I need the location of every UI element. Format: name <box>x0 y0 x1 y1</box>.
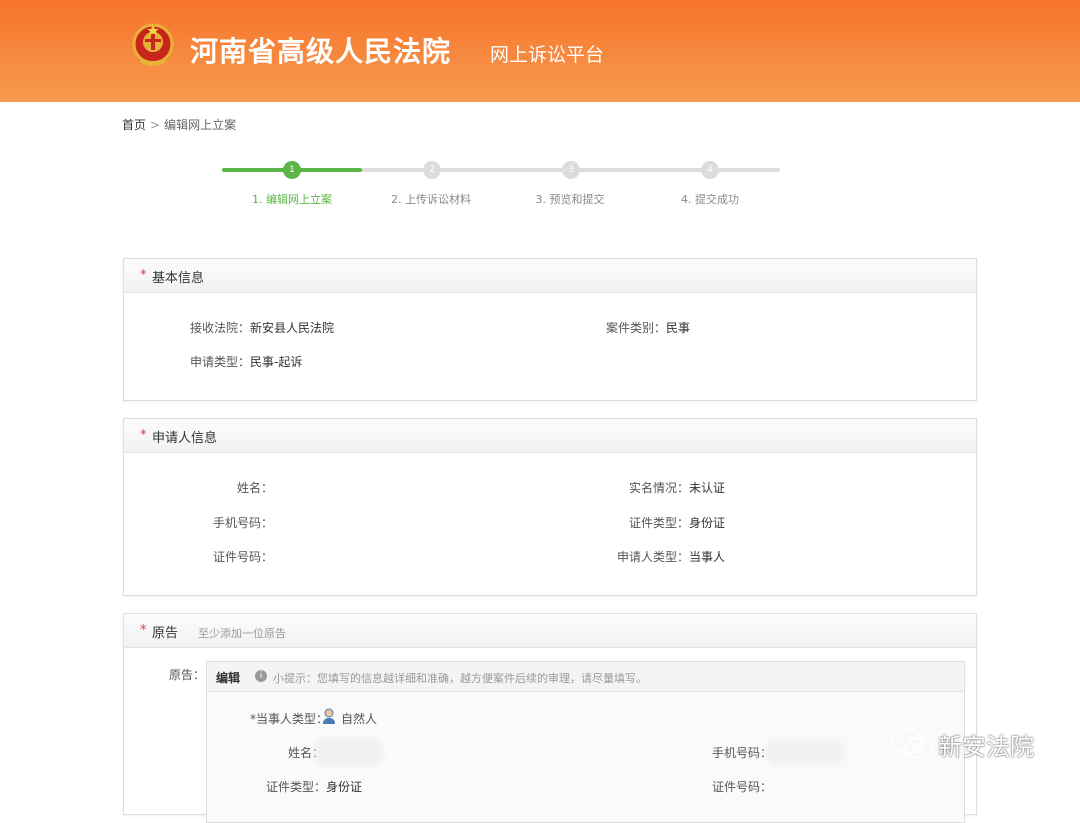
step-4-dot: 4 <box>701 161 719 179</box>
plaintiff-phone-label: 手机号码： <box>712 746 773 760</box>
party-type-field: *当事人类型： <box>250 710 328 727</box>
step-1-dot: 1 <box>283 161 301 179</box>
breadcrumb-current: 编辑网上立案 <box>164 118 237 132</box>
watermark-text: 新安法院 <box>938 733 1034 761</box>
breadcrumb: 首页 > 编辑网上立案 <box>122 116 236 133</box>
site-subtitle: 网上诉讼平台 <box>490 44 605 66</box>
plaintiff-hint: 至少添加一位原告 <box>198 627 286 640</box>
plaintiff-row-label: 原告： <box>169 668 206 682</box>
applicant-id-no-field: 证件号码： <box>213 548 273 565</box>
step-2-dot: 2 <box>423 161 441 179</box>
applicant-panel: * 申请人信息 姓名： 实名情况：未认证 手机号码： 证件类型：身份证 证件号码… <box>123 418 977 596</box>
applicant-header: * 申请人信息 <box>124 419 976 453</box>
receiving-court-value: 新安县人民法院 <box>250 321 335 335</box>
step-3-label: 3. 预览和提交 <box>535 193 605 206</box>
party-type-value[interactable]: 自然人 <box>341 710 377 727</box>
applicant-type-label: 申请人类型： <box>617 550 690 564</box>
applicant-id-type-field: 证件类型：身份证 <box>629 514 725 531</box>
basic-info-header: * 基本信息 <box>124 259 976 293</box>
site-header: 河南省高级人民法院 网上诉讼平台 <box>0 0 1080 102</box>
required-mark: * <box>140 268 147 283</box>
breadcrumb-home-link[interactable]: 首页 <box>122 118 146 132</box>
receiving-court-label: 接收法院： <box>190 321 251 335</box>
redacted-phone <box>765 740 845 764</box>
required-mark: * <box>140 428 147 443</box>
applicant-id-no-label: 证件号码： <box>213 550 274 564</box>
applicant-phone-label: 手机号码： <box>213 516 274 530</box>
breadcrumb-separator: > <box>150 118 161 132</box>
court-emblem-icon <box>132 23 174 66</box>
plaintiff-header: * 原告 至少添加一位原告 <box>124 614 976 648</box>
basic-info-panel: * 基本信息 接收法院：新安县人民法院 案件类别：民事 申请类型：民事-起诉 <box>123 258 977 401</box>
apply-type-field: 申请类型：民事-起诉 <box>190 353 302 370</box>
plaintiff-editor-header: 编辑 i 小提示：您填写的信息越详细和准确，越方便案件后续的审理，请尽量填写。 <box>207 662 964 692</box>
required-mark: * <box>140 623 147 638</box>
receiving-court-field: 接收法院：新安县人民法院 <box>190 319 334 336</box>
verify-status-label: 实名情况： <box>629 481 690 495</box>
applicant-phone-field: 手机号码： <box>213 514 273 531</box>
plaintiff-panel: * 原告 至少添加一位原告 原告： 编辑 i 小提示：您填写的信息越详细和准确，… <box>123 613 977 823</box>
redacted-name <box>315 738 383 766</box>
watermark: 新安法院 <box>880 723 1070 763</box>
step-1-label: 1. 编辑网上立案 <box>252 193 332 206</box>
plaintiff-editor: 编辑 i 小提示：您填写的信息越详细和准确，越方便案件后续的审理，请尽量填写。 … <box>206 661 965 823</box>
plaintiff-id-type-label: 证件类型： <box>266 780 327 794</box>
apply-type-value: 民事-起诉 <box>250 355 303 369</box>
info-icon: i <box>255 670 267 682</box>
case-type-label: 案件类别： <box>606 321 667 335</box>
applicant-type-field: 申请人类型：当事人 <box>617 548 725 565</box>
person-icon <box>323 708 335 724</box>
plaintiff-id-no-label: 证件号码： <box>712 780 773 794</box>
step-4-label: 4. 提交成功 <box>681 193 739 206</box>
party-type-label: *当事人类型： <box>250 712 329 726</box>
applicant-type-value: 当事人 <box>689 550 726 564</box>
edit-tab[interactable]: 编辑 <box>216 669 240 686</box>
plaintiff-title: 原告 <box>152 626 179 641</box>
plaintiff-id-type-field: 证件类型：身份证 <box>266 778 362 795</box>
applicant-id-type-label: 证件类型： <box>629 516 690 530</box>
verify-status-field: 实名情况：未认证 <box>629 479 725 496</box>
applicant-name-field: 姓名： <box>237 479 273 496</box>
basic-info-title: 基本信息 <box>152 271 205 286</box>
wechat-icon <box>891 728 933 759</box>
site-title: 河南省高级人民法院 <box>190 35 452 68</box>
step-3-dot: 3 <box>562 161 580 179</box>
verify-status-value: 未认证 <box>689 481 726 495</box>
case-type-field: 案件类别：民事 <box>606 319 690 336</box>
step-2-label: 2. 上传诉讼材料 <box>391 193 471 206</box>
applicant-id-type-value: 身份证 <box>689 516 726 530</box>
applicant-title: 申请人信息 <box>152 431 218 446</box>
editor-tip: 小提示：您填写的信息越详细和准确，越方便案件后续的审理，请尽量填写。 <box>273 672 647 685</box>
apply-type-label: 申请类型： <box>190 355 251 369</box>
applicant-name-label: 姓名： <box>237 481 274 495</box>
plaintiff-id-type-value[interactable]: 身份证 <box>326 780 362 794</box>
case-type-value: 民事 <box>666 321 691 335</box>
